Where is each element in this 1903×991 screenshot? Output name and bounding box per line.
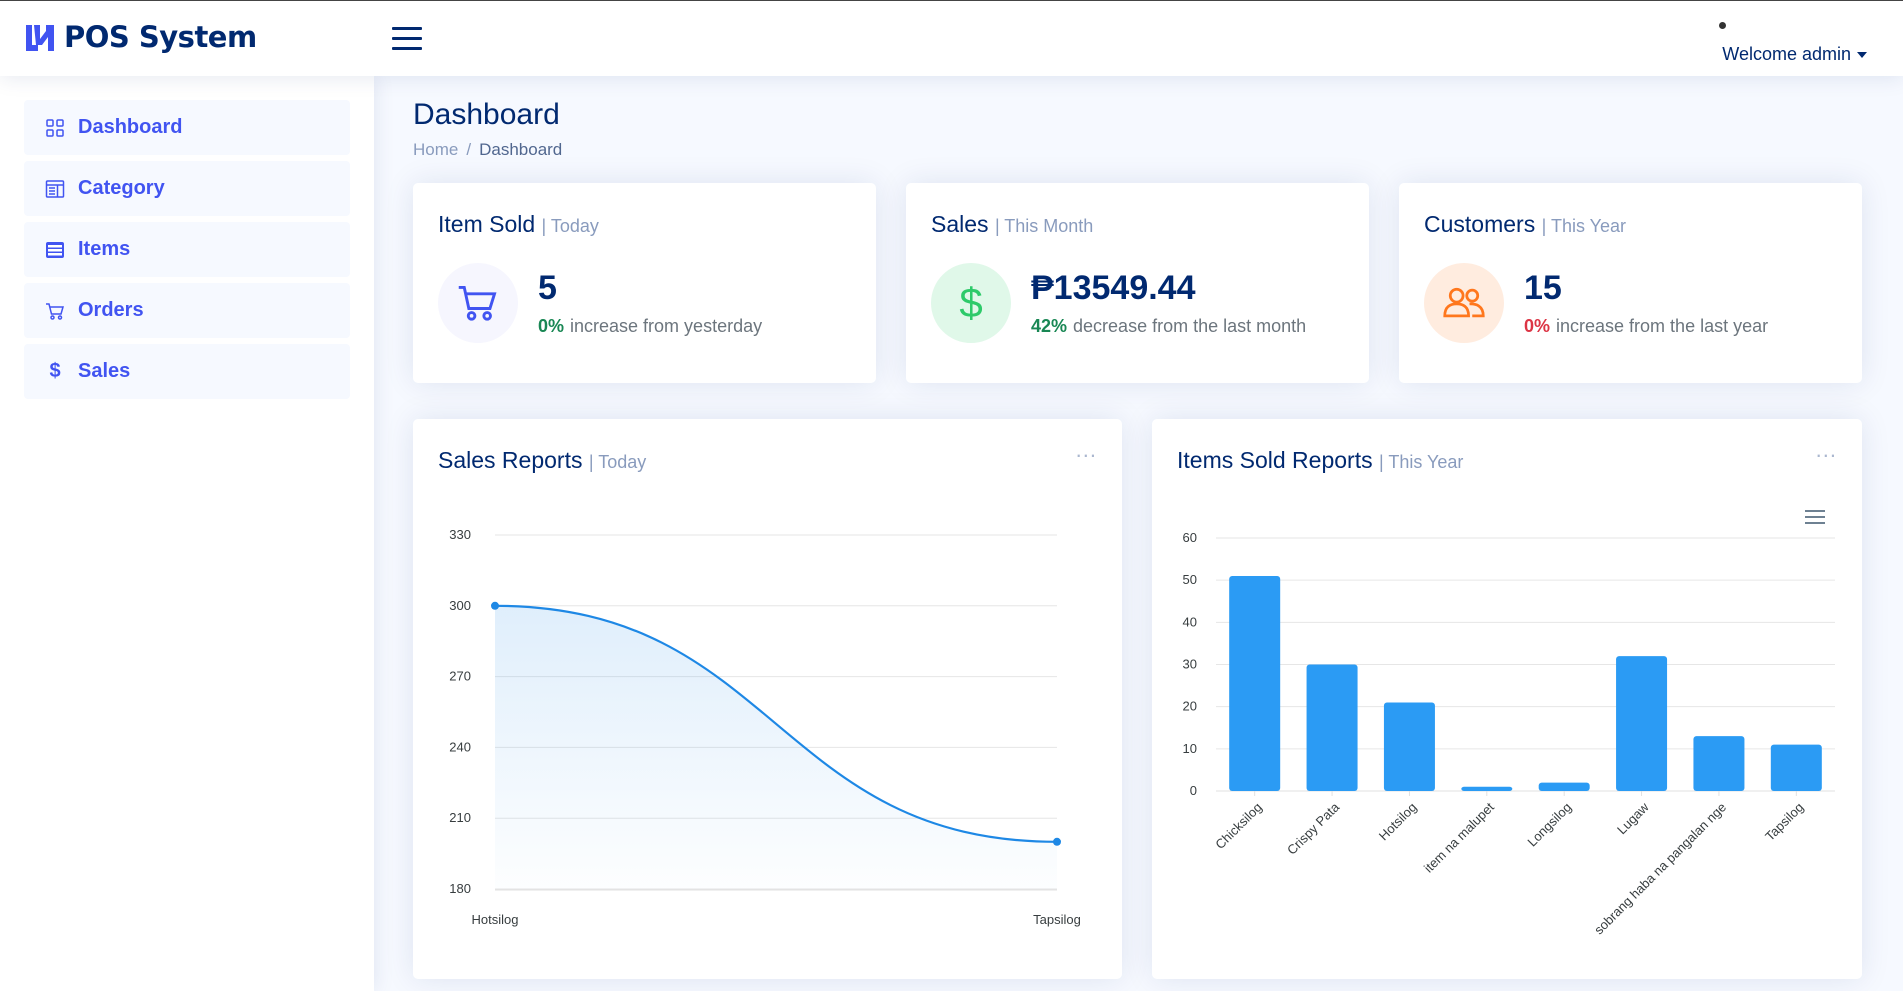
sidebar-item-label: Category (78, 177, 165, 199)
cart-icon (438, 263, 518, 343)
card-title: Customers | This Year (1424, 211, 1626, 238)
y-tick-label: 20 (1183, 699, 1197, 714)
x-tick-label: Hotsilog (1376, 800, 1420, 844)
app-title: POS System (64, 20, 257, 54)
card-value: ₱13549.44 (1031, 269, 1196, 307)
top-header: POS System Welcome admin (0, 0, 1903, 76)
sidebar-item-label: Orders (78, 299, 144, 321)
card-percent: 0% (1524, 316, 1551, 336)
card-percent: 0% (538, 316, 565, 336)
x-tick-label: Longsilog (1524, 800, 1574, 850)
card-title-text: Item Sold (438, 211, 536, 237)
y-tick-label: 30 (1183, 657, 1197, 672)
sidebar-item-category[interactable]: Category (24, 161, 350, 216)
y-tick-label: 300 (449, 598, 471, 613)
y-tick-label: 0 (1190, 783, 1197, 798)
grid-icon (44, 117, 66, 139)
cart-icon (44, 300, 66, 322)
sidebar-item-label: Items (78, 238, 131, 260)
people-icon (1424, 263, 1504, 343)
breadcrumb: Home / Dashboard (413, 140, 562, 160)
card-delta-text: increase from the last year (1556, 316, 1769, 336)
card-delta: 0% increase from yesterday (538, 316, 762, 337)
sidebar-item-sales[interactable]: $ Sales (24, 344, 350, 399)
chevron-down-icon (1857, 52, 1867, 59)
bar (1538, 782, 1590, 791)
x-tick-label: item na malupet (1421, 799, 1497, 875)
y-tick-label: 210 (449, 810, 471, 825)
items-sold-report-card: Items Sold Reports | This Year ... 0 10 20… (1152, 419, 1862, 979)
sales-card: Sales | This Month $ ₱13549.44 42% decrea… (906, 183, 1369, 383)
card-percent: 42% (1031, 316, 1068, 336)
sidebar-item-label: Dashboard (78, 116, 183, 138)
y-tick-label: 60 (1183, 530, 1197, 545)
x-tick-label: Tapsilog (1762, 800, 1806, 844)
card-value: 15 (1524, 269, 1562, 307)
app-logo[interactable]: POS System (24, 20, 257, 54)
sidebar-item-orders[interactable]: Orders (24, 283, 350, 338)
card-delta: 0% increase from the last year (1524, 316, 1768, 337)
items-bar-chart: 0 10 20 30 40 50 60 Chicksilog Crispy Pata Hotsil… (1183, 530, 1835, 938)
y-tick-label: 270 (449, 669, 471, 684)
data-point (491, 601, 499, 610)
sales-report-card: Sales Reports | Today ... 330 300 270 240 21… (413, 419, 1122, 979)
bar (1383, 702, 1435, 791)
x-tick-label: Tapsilog (1033, 912, 1081, 927)
card-delta: 42% decrease from the last month (1031, 316, 1306, 337)
sales-line-chart: 330 300 270 240 210 180 Hotsilog Tapsilog (449, 527, 1081, 927)
user-menu[interactable]: Welcome admin (1722, 44, 1867, 65)
card-title-text: Customers (1424, 211, 1536, 237)
card-title: Sales | This Month (931, 211, 1093, 238)
sidebar: Dashboard Category Items Orders $ Sales (0, 76, 374, 991)
x-tick-label: Chicksilog (1212, 800, 1265, 853)
y-tick-label: 40 (1183, 614, 1197, 629)
bar (1616, 656, 1668, 791)
card-period: | Today (541, 216, 599, 236)
card-delta-text: decrease from the last month (1073, 316, 1307, 336)
sidebar-item-items[interactable]: Items (24, 222, 350, 277)
bar (1461, 786, 1513, 791)
sidebar-item-label: Sales (78, 360, 131, 382)
dollar-icon: $ (49, 360, 61, 382)
layout-text-icon (44, 178, 66, 200)
bar (1229, 575, 1281, 791)
y-tick-label: 50 (1183, 572, 1197, 587)
bar (1770, 744, 1822, 791)
y-tick-label: 330 (449, 527, 471, 542)
customers-card: Customers | This Year 15 0% increase from… (1399, 183, 1862, 383)
y-tick-label: 240 (449, 739, 471, 754)
card-value: 5 (538, 269, 557, 307)
card-delta-text: increase from yesterday (570, 316, 763, 336)
breadcrumb-current: Dashboard (479, 140, 563, 159)
x-tick-label: Lugaw (1614, 799, 1652, 837)
bar (1693, 736, 1745, 791)
card-title-text: Sales (931, 211, 989, 237)
y-tick-label: 180 (449, 881, 471, 896)
card-period: | This Year (1541, 216, 1626, 236)
user-label: Welcome admin (1722, 44, 1851, 64)
bar (1306, 664, 1358, 791)
data-point (1053, 837, 1061, 846)
x-tick-label: sobrang haba na pangalan nge (1591, 800, 1729, 938)
breadcrumb-separator: / (466, 140, 472, 159)
y-tick-label: 10 (1183, 741, 1197, 756)
card-title: Item Sold | Today (438, 211, 599, 238)
item-sold-card: Item Sold | Today 5 0% increase from yest… (413, 183, 876, 383)
dollar-icon: $ (931, 263, 1011, 343)
breadcrumb-home[interactable]: Home (413, 140, 458, 159)
logo-icon (26, 25, 54, 51)
sidebar-item-dashboard[interactable]: Dashboard (24, 100, 350, 155)
x-tick-label: Hotsilog (472, 912, 519, 927)
sidebar-toggle-icon[interactable] (392, 27, 422, 51)
page-title: Dashboard (413, 98, 560, 131)
page-title-block: Dashboard Home / Dashboard (413, 98, 562, 160)
card-period: | This Month (994, 216, 1094, 236)
x-tick-label: Crispy Pata (1284, 799, 1343, 858)
card-list-icon (44, 239, 66, 261)
status-dot (1719, 22, 1726, 29)
